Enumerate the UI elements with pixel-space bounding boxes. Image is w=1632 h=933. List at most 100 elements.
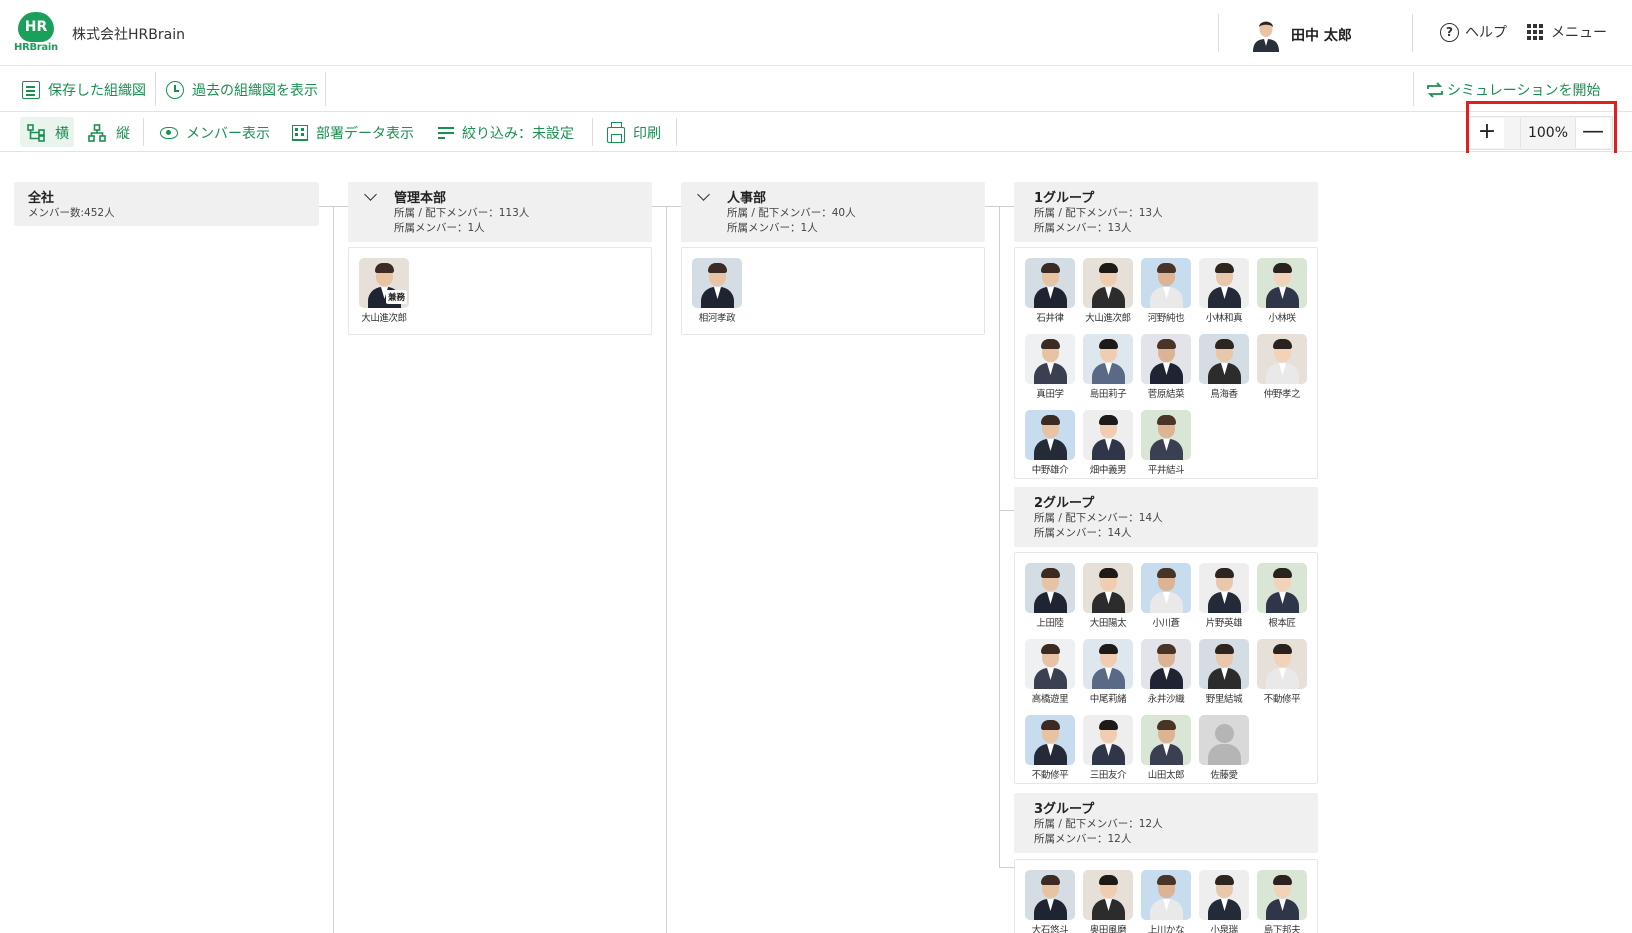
connector xyxy=(999,867,1014,868)
simulation-button[interactable]: シミュレーションを開始 xyxy=(1425,80,1600,100)
dept-node-group3[interactable]: 3グループ 所属 / 配下メンバー：12人 所属メンバー：12人 xyxy=(1014,793,1318,853)
member-photo xyxy=(1141,639,1191,689)
member-card[interactable]: 小林咲 xyxy=(1257,258,1307,324)
member-card[interactable]: 山田太郎 xyxy=(1141,715,1191,781)
layout-vertical-button[interactable]: 縦 xyxy=(88,123,130,143)
member-card[interactable]: 奥田風磨 xyxy=(1083,870,1133,933)
member-card[interactable]: 小川蒼 xyxy=(1141,563,1191,629)
dept-node-company[interactable]: 全社 メンバー数:452人 xyxy=(14,182,319,226)
layout-horizontal-button[interactable]: 横 xyxy=(27,123,69,143)
dept-node-group1[interactable]: 1グループ 所属 / 配下メンバー：13人 所属メンバー：13人 xyxy=(1014,182,1318,242)
member-card[interactable]: 高橋遊里 xyxy=(1025,639,1075,705)
member-name: 小林和真 xyxy=(1205,313,1243,324)
member-card[interactable]: 小泉瑞 xyxy=(1199,870,1249,933)
member-photo xyxy=(1083,870,1133,920)
user-name[interactable]: 田中 太郎 xyxy=(1291,25,1352,45)
dept-subtree-count: 所属 / 配下メンバー：13人 xyxy=(1034,207,1163,219)
clock-icon xyxy=(166,81,184,99)
simulation-label: シミュレーションを開始 xyxy=(1447,83,1601,99)
member-card[interactable]: 仲野孝之 xyxy=(1257,334,1307,400)
horizontal-tree-icon xyxy=(27,124,45,142)
member-card[interactable]: 野里結城 xyxy=(1199,639,1249,705)
filter-icon xyxy=(438,127,454,139)
member-card[interactable]: 不動修平 xyxy=(1025,715,1075,781)
dept-node-hr[interactable]: 人事部 所属 / 配下メンバー：40人 所属メンバー：1人 xyxy=(681,182,985,242)
dept-node-group2[interactable]: 2グループ 所属 / 配下メンバー：14人 所属メンバー：14人 xyxy=(1014,487,1318,547)
member-card[interactable]: 三田友介 xyxy=(1083,715,1133,781)
connector xyxy=(666,206,667,933)
member-card[interactable]: 島田莉子 xyxy=(1083,334,1133,400)
member-photo xyxy=(1199,334,1249,384)
company-name: 株式会社HRBrain xyxy=(72,27,185,43)
member-card[interactable]: 鳥海香 xyxy=(1199,334,1249,400)
help-button[interactable]: ? ヘルプ xyxy=(1440,22,1507,42)
member-grid: 石井律 大山進次郎 河野純也 小林和真 小林咲真田学 島田莉子 菅原結菜 鳥海香 仲野孝之中野雄… xyxy=(1025,258,1307,476)
member-card[interactable]: 大山進次郎 xyxy=(1083,258,1133,324)
member-card[interactable]: 中野雄介 xyxy=(1025,410,1075,476)
dept-name: 2グループ xyxy=(1034,496,1095,511)
member-card[interactable]: 大石悠斗 xyxy=(1025,870,1075,933)
member-card[interactable]: 菅原結菜 xyxy=(1141,334,1191,400)
toolbar-divider xyxy=(155,72,156,106)
member-card[interactable]: 根本匠 xyxy=(1257,563,1307,629)
member-photo xyxy=(1199,563,1249,613)
member-card[interactable]: 島下邦夫 xyxy=(1257,870,1307,933)
dept-data-label: 部署データ表示 xyxy=(316,126,414,142)
member-card[interactable]: 上田陸 xyxy=(1025,563,1075,629)
member-name: 中尾莉緒 xyxy=(1089,694,1127,705)
member-card[interactable]: 片野英雄 xyxy=(1199,563,1249,629)
member-name: 小泉瑞 xyxy=(1210,925,1238,933)
saved-orgchart-button[interactable]: 保存した組織図 xyxy=(22,80,146,100)
member-card[interactable]: 中尾莉緒 xyxy=(1083,639,1133,705)
menu-label: メニュー xyxy=(1551,25,1607,41)
member-card[interactable]: 石井律 xyxy=(1025,258,1075,324)
member-card[interactable]: 上川かな xyxy=(1141,870,1191,933)
filter-button[interactable]: 絞り込み：未設定 xyxy=(438,123,574,143)
member-name: 大山進次郎 xyxy=(1085,313,1131,324)
member-card[interactable]: 不動修平 xyxy=(1257,639,1307,705)
dept-data-button[interactable]: 部署データ表示 xyxy=(292,123,414,143)
user-avatar[interactable] xyxy=(1250,16,1282,52)
member-card[interactable]: 畑中義男 xyxy=(1083,410,1133,476)
member-photo xyxy=(1025,410,1075,460)
orgchart-canvas[interactable]: 全社 メンバー数:452人 管理本部 所属 / 配下メンバー：113人 所属メン… xyxy=(0,153,1632,933)
menu-button[interactable]: メニュー xyxy=(1527,22,1607,42)
member-name: 畑中義男 xyxy=(1089,465,1127,476)
member-photo xyxy=(1025,639,1075,689)
member-card[interactable]: 平井結斗 xyxy=(1141,410,1191,476)
member-grid: 相河孝政 xyxy=(692,258,974,324)
dept-subtree-count: 所属 / 配下メンバー：40人 xyxy=(727,207,856,219)
member-card[interactable]: 佐藤愛 xyxy=(1199,715,1249,781)
chevron-down-icon[interactable] xyxy=(364,188,377,201)
member-photo xyxy=(1025,563,1075,613)
layout-horizontal-label: 横 xyxy=(55,126,69,142)
member-view-label: メンバー表示 xyxy=(186,126,270,142)
member-card[interactable]: 真田学 xyxy=(1025,334,1075,400)
dept-name: 3グループ xyxy=(1034,802,1095,817)
member-photo xyxy=(1083,715,1133,765)
member-photo xyxy=(1025,334,1075,384)
chevron-down-icon[interactable] xyxy=(697,188,710,201)
member-card[interactable]: 大田陽太 xyxy=(1083,563,1133,629)
member-card[interactable]: 小林和真 xyxy=(1199,258,1249,324)
member-card[interactable]: 相河孝政 xyxy=(692,258,742,324)
member-name: 小林咲 xyxy=(1268,313,1296,324)
member-card[interactable]: 永井沙織 xyxy=(1141,639,1191,705)
member-photo xyxy=(1257,258,1307,308)
member-name: 片野英雄 xyxy=(1205,618,1243,629)
dept-node-admin[interactable]: 管理本部 所属 / 配下メンバー：113人 所属メンバー：1人 xyxy=(348,182,652,242)
print-button[interactable]: 印刷 xyxy=(607,122,661,143)
past-orgchart-button[interactable]: 過去の組織図を表示 xyxy=(166,80,318,100)
dept-name: 管理本部 xyxy=(394,191,447,206)
member-card[interactable]: 河野純也 xyxy=(1141,258,1191,324)
app-header: HR HRBrain 株式会社HRBrain 田中 太郎 ? ヘルプ メニュー xyxy=(0,0,1632,66)
hrbrain-logo[interactable]: HR HRBrain xyxy=(14,12,58,56)
past-orgchart-label: 過去の組織図を表示 xyxy=(192,83,318,99)
member-name: 不動修平 xyxy=(1031,770,1069,781)
member-photo xyxy=(1199,715,1249,765)
member-view-button[interactable]: メンバー表示 xyxy=(160,123,270,143)
vertical-tree-icon xyxy=(88,124,106,142)
member-name: 相河孝政 xyxy=(698,313,736,324)
member-card[interactable]: 兼務 大山進次郎 xyxy=(359,258,409,324)
member-name: 不動修平 xyxy=(1263,694,1301,705)
